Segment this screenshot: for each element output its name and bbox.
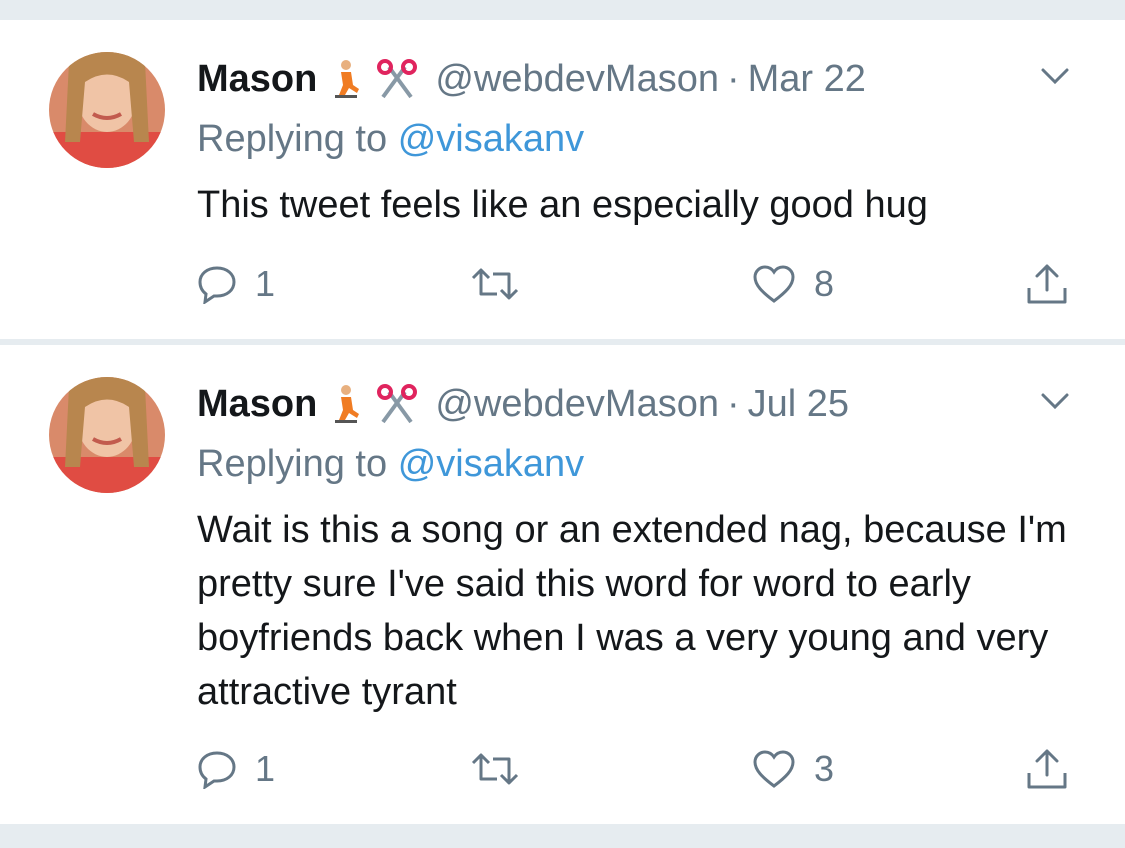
replying-prefix: Replying to: [197, 443, 388, 485]
tweet-header: Mason @webdevMason · Jul 25: [197, 383, 849, 425]
tweet-header: Mason @webdevMason · Mar 22: [197, 58, 866, 100]
like-button[interactable]: 8: [752, 262, 834, 306]
replying-to-link[interactable]: @visakanv: [398, 118, 584, 160]
avatar[interactable]: [49, 377, 165, 493]
reply-button[interactable]: 1: [197, 262, 275, 306]
like-count: 3: [814, 748, 835, 789]
replying-prefix: Replying to: [197, 118, 388, 160]
like-button[interactable]: 3: [752, 747, 834, 791]
avatar[interactable]: [49, 52, 165, 168]
person-kneeling-icon: [329, 384, 363, 424]
share-button[interactable]: [1025, 747, 1069, 791]
heart-icon: [753, 750, 795, 788]
scissors-icon: [375, 59, 419, 99]
retweet-button[interactable]: [469, 747, 539, 791]
share-button[interactable]: [1025, 262, 1069, 306]
retweet-button[interactable]: [469, 262, 539, 306]
replying-to-link[interactable]: @visakanv: [398, 443, 584, 485]
tweet-actions: 1 3: [197, 747, 1080, 791]
replying-to: Replying to @visakanv: [197, 443, 584, 486]
retweet-icon: [471, 268, 519, 300]
handle[interactable]: @webdevMason: [435, 383, 719, 426]
reply-count: 1: [255, 263, 276, 304]
tweet-text: Wait is this a song or an extended nag, …: [197, 509, 1067, 713]
replying-to: Replying to @visakanv: [197, 118, 584, 161]
separator: ·: [726, 57, 740, 100]
retweet-icon: [471, 753, 519, 785]
reply-icon: [198, 751, 236, 789]
heart-icon: [753, 265, 795, 303]
chevron-down-icon[interactable]: [1040, 391, 1070, 411]
tweet[interactable]: Mason @webdevMason · Jul 25 Replying to …: [0, 345, 1125, 824]
tweet-date[interactable]: Mar 22: [748, 58, 866, 101]
reply-count: 1: [255, 748, 276, 789]
display-name[interactable]: Mason: [197, 58, 317, 101]
scissors-icon: [375, 384, 419, 424]
reply-icon: [198, 266, 236, 304]
display-name[interactable]: Mason: [197, 383, 317, 426]
share-icon: [1027, 749, 1067, 789]
tweet-actions: 1 8: [197, 262, 1080, 306]
person-kneeling-icon: [329, 59, 363, 99]
tweet-date[interactable]: Jul 25: [748, 383, 849, 426]
handle[interactable]: @webdevMason: [435, 58, 719, 101]
tweet[interactable]: Mason @webdevMason · Mar 22 Replying to …: [0, 20, 1125, 339]
like-count: 8: [814, 263, 835, 304]
chevron-down-icon[interactable]: [1040, 66, 1070, 86]
share-icon: [1027, 264, 1067, 304]
separator: ·: [726, 382, 740, 425]
tweet-text: This tweet feels like an especially good…: [197, 184, 928, 226]
reply-button[interactable]: 1: [197, 747, 275, 791]
